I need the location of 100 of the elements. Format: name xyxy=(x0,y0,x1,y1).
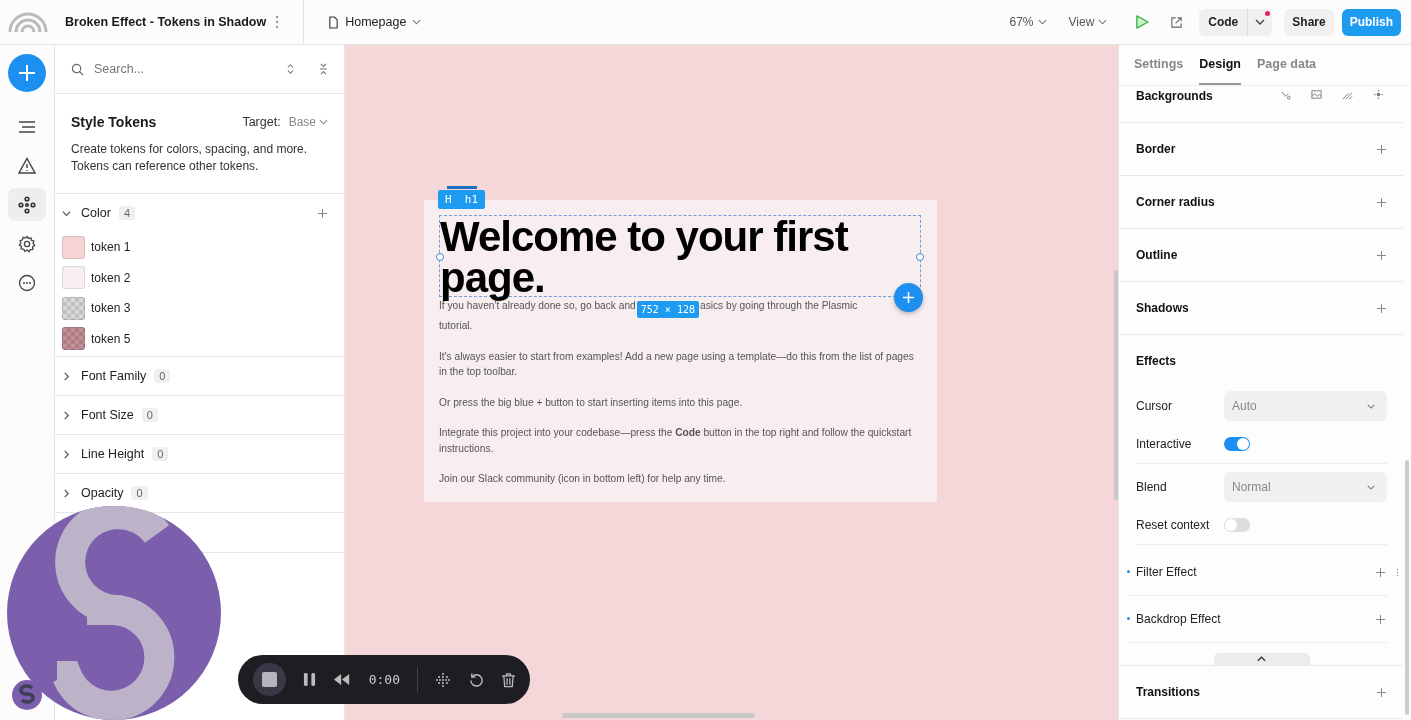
rewind-icon[interactable] xyxy=(333,673,352,686)
panel-tab[interactable]: Design xyxy=(1199,45,1241,85)
warning-icon xyxy=(18,156,36,175)
view-menu[interactable]: View xyxy=(1068,15,1108,29)
selection-bar xyxy=(447,186,477,189)
expand-icon[interactable] xyxy=(286,63,295,75)
add-icon[interactable] xyxy=(1375,613,1386,625)
chevron-icon[interactable] xyxy=(62,410,71,420)
logo-icon[interactable] xyxy=(8,12,48,32)
paragraph-text: asics by going through the Plasmic xyxy=(699,299,858,313)
element-tag: H h1 xyxy=(438,190,486,209)
color-swatch[interactable] xyxy=(62,327,85,351)
chevron-icon[interactable] xyxy=(62,449,71,459)
token-name[interactable]: token 1 xyxy=(91,240,131,255)
pause-icon[interactable] xyxy=(303,672,317,687)
token-name[interactable]: token 5 xyxy=(91,331,131,346)
toggle-switch[interactable] xyxy=(1224,437,1250,451)
section-title: Transitions xyxy=(1136,685,1201,699)
group-title[interactable]: Line Height xyxy=(81,447,145,461)
user-avatar-icon[interactable] xyxy=(12,680,42,710)
chevron-icon[interactable] xyxy=(62,488,71,498)
play-icon[interactable] xyxy=(1135,14,1151,30)
caret-icon xyxy=(1037,19,1047,25)
restart-icon[interactable] xyxy=(468,672,484,687)
count-badge: 0 xyxy=(141,408,158,422)
recording-time: 0:00 xyxy=(368,672,400,687)
page-selector[interactable]: Homepage xyxy=(328,15,422,29)
insert-button[interactable] xyxy=(894,283,923,312)
plus-icon xyxy=(17,63,37,83)
field-label: Interactive xyxy=(1136,437,1193,451)
group-title[interactable]: Font Family xyxy=(81,369,147,383)
page-icon xyxy=(328,15,340,29)
scrollbar[interactable] xyxy=(1114,270,1118,500)
toggle-switch[interactable] xyxy=(1224,518,1250,532)
paragraph-text: Or press the big blue + button to start inserting items into this page. xyxy=(439,395,744,410)
trash-icon[interactable] xyxy=(500,671,516,688)
section-title: Corner radius xyxy=(1136,195,1216,209)
add-icon[interactable] xyxy=(317,207,328,219)
caret-icon xyxy=(1367,403,1375,409)
grid-dots-icon[interactable] xyxy=(435,671,452,688)
scrollbar[interactable] xyxy=(562,713,755,718)
color-swatch[interactable] xyxy=(62,296,85,320)
add-icon[interactable] xyxy=(1376,143,1387,155)
gradient-icon[interactable] xyxy=(1342,89,1353,100)
resize-handle[interactable] xyxy=(436,253,444,261)
stop-icon xyxy=(262,672,277,687)
project-title[interactable]: Broken Effect - Tokens in Shadow xyxy=(65,15,267,29)
token-name[interactable]: token 2 xyxy=(91,270,131,285)
paragraph-text: If you haven't already done so, go back and xyxy=(439,300,636,313)
count-badge: 0 xyxy=(131,486,148,500)
fill-icon[interactable] xyxy=(1280,89,1291,100)
panel-title: Style Tokens xyxy=(71,114,158,130)
paragraph-text: tutorial. xyxy=(439,320,473,331)
color-swatch[interactable] xyxy=(62,235,85,259)
group-title[interactable]: Opacity xyxy=(81,486,124,500)
caret-icon xyxy=(1257,656,1266,662)
caret-icon xyxy=(1367,484,1375,490)
bullet-dot xyxy=(1127,617,1130,620)
add-icon[interactable] xyxy=(1376,196,1387,208)
add-icon[interactable] xyxy=(1376,302,1387,314)
count-badge: 0 xyxy=(154,369,171,383)
section-title: Effects xyxy=(1136,354,1177,368)
search-field[interactable]: Search... xyxy=(92,61,262,77)
chevron-icon[interactable] xyxy=(62,371,71,381)
add-icon[interactable] xyxy=(1376,686,1387,698)
tokens-button[interactable] xyxy=(8,188,46,221)
add-icon[interactable] xyxy=(1375,566,1386,578)
add-icon[interactable] xyxy=(1376,249,1387,261)
zoom-selector[interactable]: 67% xyxy=(1009,15,1047,29)
resize-handle[interactable] xyxy=(916,253,924,261)
radial-icon[interactable] xyxy=(1373,89,1384,100)
token-name[interactable]: token 3 xyxy=(91,301,131,316)
bullet-dot xyxy=(1127,570,1130,573)
paragraph-text: It's always easier to start from examples! Add a new page using a template—do this from the list of pages in the top toolbar. xyxy=(439,349,915,379)
section-title: Outline xyxy=(1136,248,1179,262)
group-title[interactable]: Font Size xyxy=(81,408,134,422)
panel-tab[interactable]: Page data xyxy=(1257,45,1317,85)
settings-icon xyxy=(18,234,36,253)
caret-icon xyxy=(1255,19,1266,25)
collapse-icon[interactable] xyxy=(319,63,328,75)
external-link-icon[interactable] xyxy=(1170,15,1184,29)
section-title: Backgrounds xyxy=(1136,89,1214,103)
caret-icon xyxy=(1098,19,1108,25)
image-icon[interactable] xyxy=(1311,89,1322,100)
more-icon xyxy=(18,273,36,292)
field-label: Filter Effect xyxy=(1136,565,1198,579)
panel-description: Create tokens for colors, spacing, and more. Tokens can reference other tokens. xyxy=(71,141,309,175)
chevron-icon[interactable] xyxy=(62,208,71,218)
stop-button[interactable] xyxy=(253,663,286,696)
target-dropdown[interactable]: Base xyxy=(288,115,328,129)
field-label: Reset context xyxy=(1136,518,1211,532)
count-badge: 4 xyxy=(118,206,135,220)
share-button[interactable]: Share xyxy=(1284,8,1334,36)
count-badge: 0 xyxy=(152,447,169,461)
add-button[interactable] xyxy=(8,54,46,92)
dots-icon xyxy=(18,195,36,214)
color-swatch[interactable] xyxy=(62,266,85,290)
group-title[interactable]: Color xyxy=(81,206,111,220)
more-icon[interactable] xyxy=(275,15,280,29)
search-icon xyxy=(71,62,84,76)
